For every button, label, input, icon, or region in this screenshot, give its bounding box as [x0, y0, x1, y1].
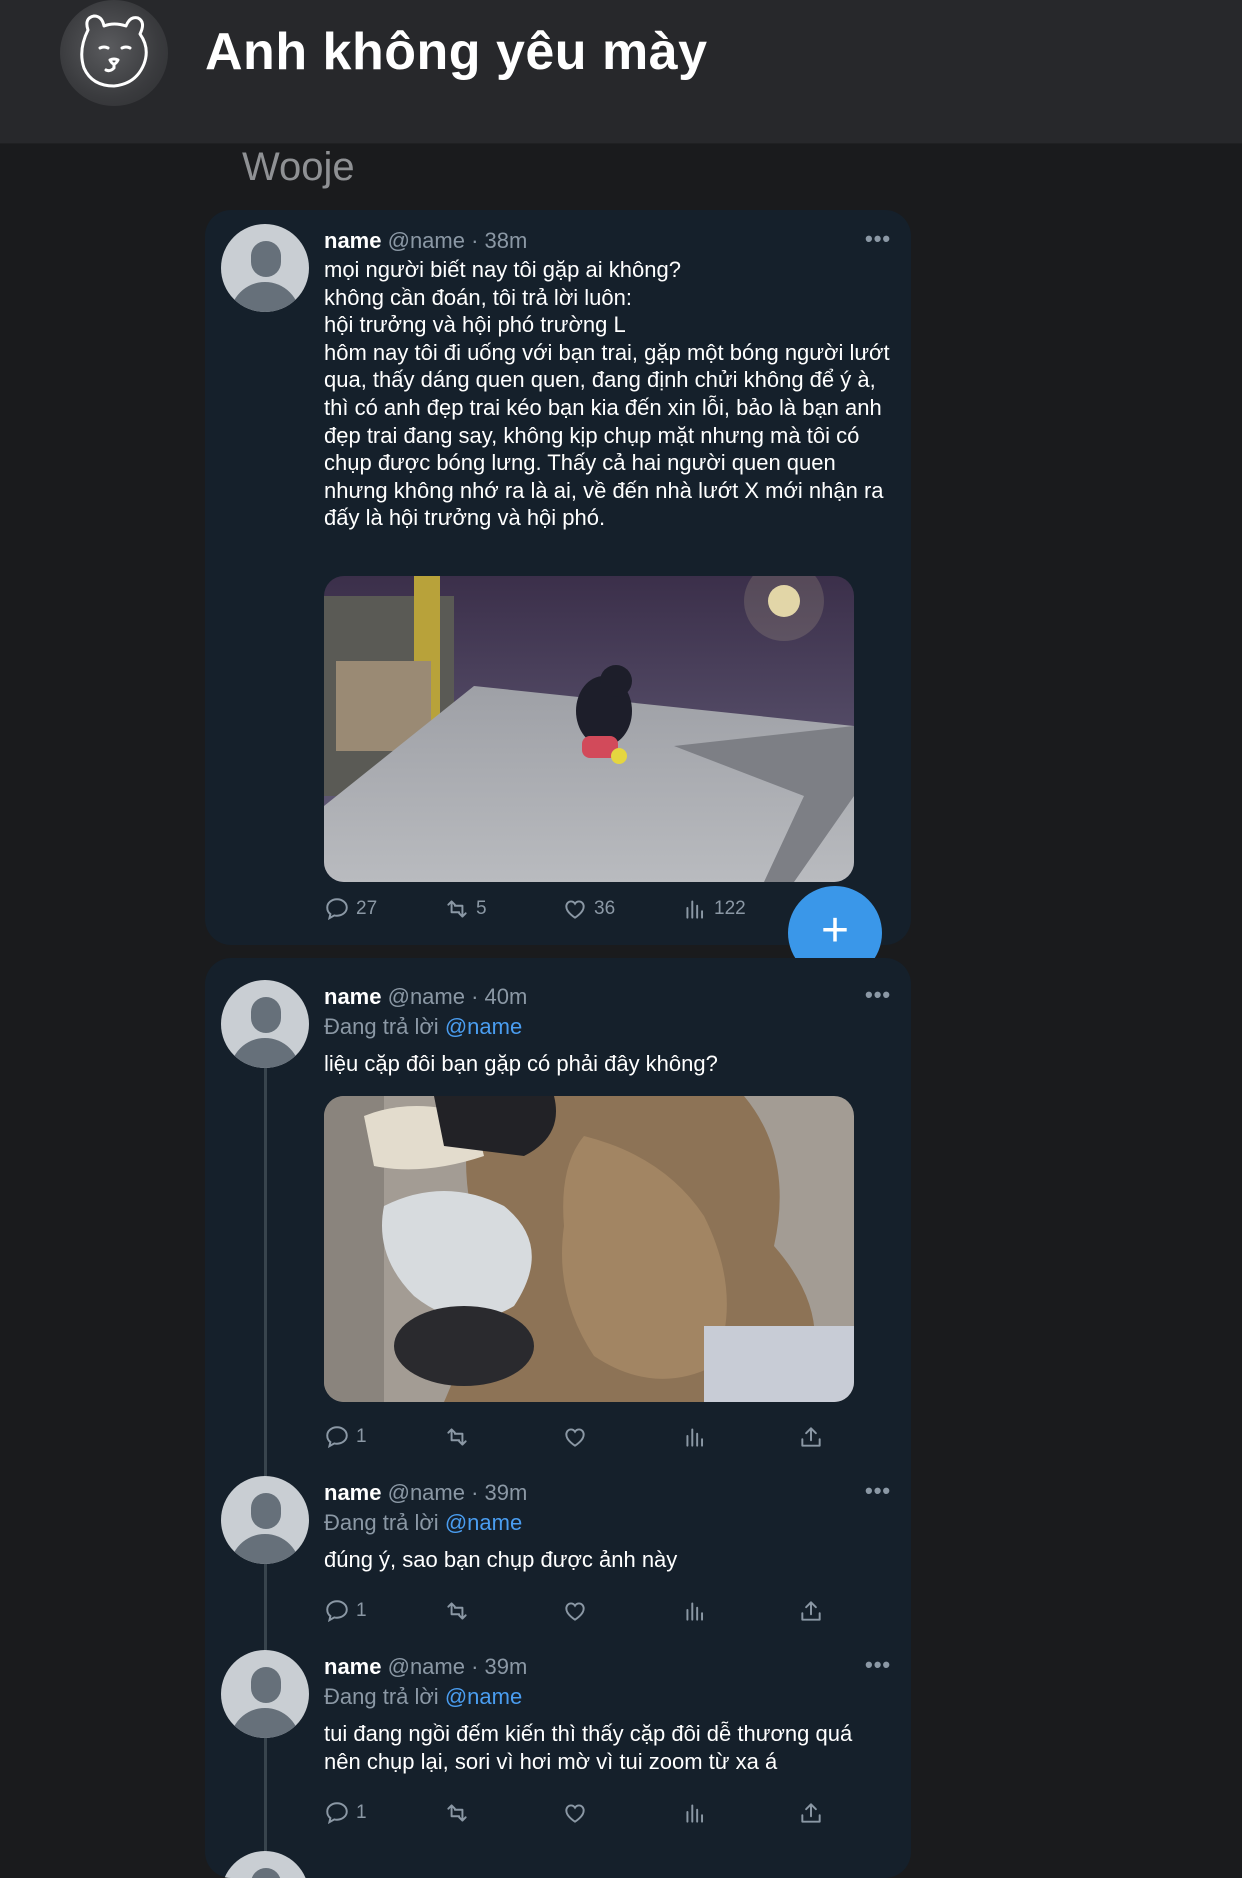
more-options-icon[interactable]: •••: [865, 1478, 891, 1504]
replying-to-label: Đang trả lời: [324, 1014, 439, 1039]
like-count: 36: [594, 898, 616, 919]
like-button[interactable]: [562, 1422, 588, 1452]
tweet-photo[interactable]: [324, 1096, 854, 1402]
more-options-icon[interactable]: •••: [865, 1652, 891, 1678]
avatar[interactable]: [221, 224, 309, 312]
share-button[interactable]: [798, 1596, 824, 1626]
tweet-text: liệu cặp đôi bạn gặp có phải đây không?: [324, 1051, 718, 1076]
avatar[interactable]: [221, 1476, 309, 1564]
reply-icon: [326, 1802, 348, 1825]
heart-icon: [565, 1602, 585, 1621]
display-name[interactable]: name: [324, 1480, 381, 1505]
views-button[interactable]: [682, 1596, 708, 1626]
replying-to-label: Đang trả lời: [324, 1510, 439, 1535]
main-tweet-card: name @name · 38m ••• mọi người biết nay …: [205, 210, 911, 945]
tweet-photo[interactable]: [324, 576, 854, 882]
more-options-icon[interactable]: •••: [865, 982, 891, 1008]
top-bar: Anh không yêu mày: [0, 0, 1242, 144]
reply-button[interactable]: 1: [324, 1596, 367, 1626]
share-icon: [801, 1427, 821, 1447]
share-icon: [801, 1601, 821, 1621]
section-label: Wooje: [242, 145, 355, 189]
reply-count: 1: [356, 1600, 367, 1621]
retweet-button[interactable]: [444, 1596, 470, 1626]
handle-time: @name · 40m: [387, 984, 528, 1009]
replying-to: Đang trả lời @name: [324, 1510, 522, 1536]
tweet-header: name @name · 39m: [324, 1654, 527, 1680]
views-icon: [686, 1602, 704, 1621]
tweet-actions: 1: [324, 1798, 884, 1828]
retweet-button[interactable]: 5: [444, 894, 487, 924]
views-button[interactable]: [682, 1798, 708, 1828]
reply-icon: [326, 1426, 348, 1449]
reply-icon: [326, 898, 348, 921]
tweet-header: name @name · 38m: [324, 228, 527, 254]
tweet-text: mọi người biết nay tôi gặp ai không? khô…: [324, 257, 890, 531]
page-title: Anh không yêu mày: [205, 23, 708, 81]
tweet-text: tui đang ngồi đếm kiến thì thấy cặp đôi …: [324, 1721, 859, 1774]
thread-line: [264, 1062, 267, 1878]
retweet-button[interactable]: [444, 1798, 470, 1828]
tweet-text: đúng ý, sao bạn chụp được ảnh này: [324, 1547, 678, 1572]
retweet-button[interactable]: [444, 1422, 470, 1452]
views-button[interactable]: [682, 1422, 708, 1452]
retweet-icon: [447, 1428, 467, 1446]
bear-avatar-icon[interactable]: [60, 0, 168, 106]
reply-count: 1: [356, 1802, 367, 1823]
retweet-icon: [447, 1804, 467, 1822]
share-button[interactable]: [798, 1798, 824, 1828]
reply-thread-card: name @name · 40m ••• Đang trả lời @name …: [205, 958, 911, 1878]
tweet-actions: 1: [324, 1596, 884, 1626]
heart-icon: [565, 1428, 585, 1447]
views-button[interactable]: 122: [682, 894, 746, 924]
retweet-count: 5: [476, 898, 487, 919]
retweet-icon: [447, 900, 467, 918]
replying-to-label: Đang trả lời: [324, 1684, 439, 1709]
tweet-header: name @name · 39m: [324, 1480, 527, 1506]
avatar[interactable]: [221, 980, 309, 1068]
heart-icon: [565, 900, 585, 919]
share-button[interactable]: [798, 1422, 824, 1452]
replying-to: Đang trả lời @name: [324, 1014, 522, 1040]
handle-time: @name · 39m: [387, 1654, 528, 1679]
reply-icon: [326, 1600, 348, 1623]
replying-to-handle[interactable]: @name: [445, 1684, 522, 1709]
more-options-icon[interactable]: •••: [865, 226, 891, 252]
display-name[interactable]: name: [324, 228, 381, 253]
like-button[interactable]: [562, 1596, 588, 1626]
views-icon: [686, 900, 704, 919]
display-name[interactable]: name: [324, 1654, 381, 1679]
avatar[interactable]: [221, 1851, 309, 1878]
like-button[interactable]: 36: [562, 894, 615, 924]
like-button[interactable]: [562, 1798, 588, 1828]
replying-to-handle[interactable]: @name: [445, 1014, 522, 1039]
replying-to-handle[interactable]: @name: [445, 1510, 522, 1535]
handle-time: @name · 38m: [387, 228, 528, 253]
handle-time: @name · 39m: [387, 1480, 528, 1505]
tweet-actions: 1: [324, 1422, 884, 1452]
views-icon: [686, 1804, 704, 1823]
display-name[interactable]: name: [324, 984, 381, 1009]
reply-count: 27: [356, 898, 378, 919]
retweet-icon: [447, 1602, 467, 1620]
avatar[interactable]: [221, 1650, 309, 1738]
heart-icon: [565, 1804, 585, 1823]
reply-button[interactable]: 1: [324, 1422, 367, 1452]
views-icon: [686, 1428, 704, 1447]
view-count: 122: [714, 898, 746, 919]
reply-button[interactable]: 1: [324, 1798, 367, 1828]
reply-button[interactable]: 27: [324, 894, 377, 924]
replying-to: Đang trả lời @name: [324, 1684, 522, 1710]
reply-count: 1: [356, 1426, 367, 1447]
share-icon: [801, 1803, 821, 1823]
tweet-header: name @name · 40m: [324, 984, 527, 1010]
